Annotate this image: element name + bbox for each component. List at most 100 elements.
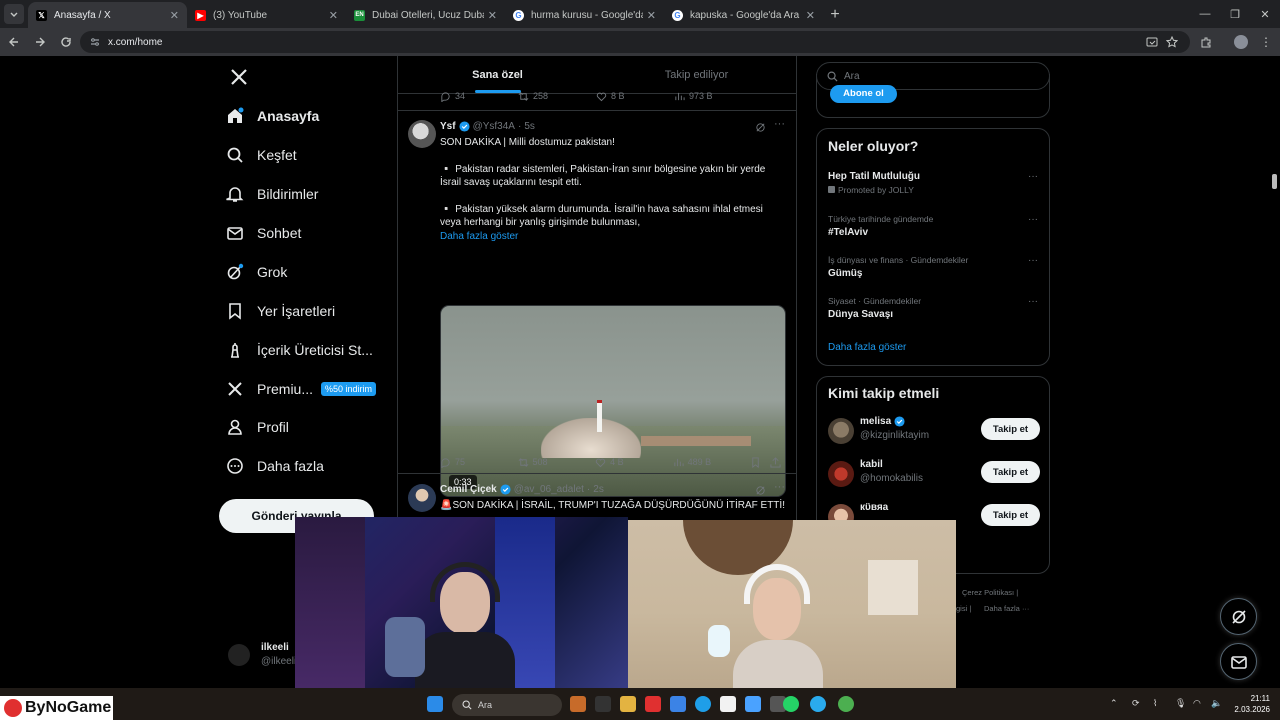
trend-item[interactable]: Hep Tatil Mutluluğu Promoted by JOLLY ··… <box>828 171 1038 195</box>
trend-item[interactable]: Türkiye tarihinde gündemde #TelAviv ··· <box>828 214 1038 238</box>
tray-app-icon[interactable]: ⟳ <box>1132 698 1144 710</box>
reply-button[interactable]: 75 <box>440 457 518 468</box>
app-icon[interactable] <box>720 696 736 712</box>
subscribe-button[interactable]: Abone ol <box>830 85 897 103</box>
tweet-time[interactable]: 5s <box>524 121 535 132</box>
repost-button[interactable]: 508 <box>518 457 596 468</box>
avatar[interactable] <box>828 461 854 487</box>
wifi-icon[interactable]: ◠ <box>1193 698 1205 710</box>
more-options-icon[interactable]: ··· <box>1028 171 1038 182</box>
grok-explain-icon[interactable] <box>755 485 766 496</box>
tweet[interactable]: Ysf @Ysf34A · 5s ··· SON DAKİKA | Milli … <box>398 110 796 497</box>
avatar[interactable] <box>828 418 854 444</box>
app-icon[interactable] <box>570 696 586 712</box>
tab-search-button[interactable] <box>4 4 24 24</box>
nav-item-profile[interactable]: Profil <box>226 412 289 442</box>
nav-item-notifications[interactable]: Bildirimler <box>226 179 318 209</box>
chrome-icon[interactable] <box>838 696 854 712</box>
nav-item-messages[interactable]: Sohbet <box>226 218 301 248</box>
nav-item-grok[interactable]: Grok <box>226 257 287 287</box>
follow-suggestion[interactable]: kabil @homokabilis Takip et <box>828 457 1040 493</box>
views-button[interactable]: 973 B <box>674 91 752 102</box>
system-clock[interactable]: 21:11 2.03.2026 <box>1230 693 1270 715</box>
footer-link[interactable]: Çerez Politikası | <box>962 588 1018 597</box>
back-icon[interactable] <box>2 30 26 54</box>
trend-item[interactable]: Siyaset · Gündemdekiler Dünya Savaşı ··· <box>828 296 1038 320</box>
grok-fab[interactable] <box>1220 598 1257 635</box>
nav-item-bookmarks[interactable]: Yer İşaretleri <box>226 296 335 326</box>
edge-icon[interactable] <box>695 696 711 712</box>
grok-explain-icon[interactable] <box>755 122 766 133</box>
follow-button[interactable]: Takip et <box>981 461 1040 483</box>
more-options-icon[interactable]: ··· <box>774 118 785 130</box>
more-options-icon[interactable]: ··· <box>1028 255 1038 266</box>
close-tab-icon[interactable]: ✕ <box>806 9 815 22</box>
bookmark-star-icon[interactable] <box>1161 31 1183 53</box>
messages-fab[interactable] <box>1220 643 1257 680</box>
menu-dots-icon[interactable]: ⋮ <box>1255 31 1277 53</box>
browser-tab[interactable]: G kapuska - Google'da Ara ✕ <box>664 2 823 28</box>
share-button[interactable] <box>770 456 785 468</box>
minimize-icon[interactable]: — <box>1190 0 1220 28</box>
app-icon[interactable] <box>745 696 761 712</box>
task-view-icon[interactable] <box>595 696 611 712</box>
extensions-icon[interactable] <box>1195 31 1217 53</box>
site-info-icon[interactable] <box>88 37 102 47</box>
taskbar-search[interactable]: Ara <box>452 694 562 716</box>
nav-item-premium[interactable]: Premiu... %50 indirim <box>226 374 377 404</box>
address-bar[interactable]: x.com/home <box>80 31 1190 53</box>
trend-item[interactable]: İş dünyası ve finans · Gündemdekiler Güm… <box>828 255 1038 279</box>
author-name[interactable]: Cemil Çiçek <box>440 484 497 495</box>
scrollbar-thumb[interactable] <box>1272 174 1277 189</box>
author-handle[interactable]: @Ysf34A <box>473 121 515 132</box>
app-icon[interactable] <box>670 696 686 712</box>
tray-chevron-icon[interactable]: ⌃ <box>1110 698 1122 710</box>
follow-suggestion[interactable]: melisa @kizginliktayim Takip et <box>828 414 1040 450</box>
cast-icon[interactable] <box>1141 31 1163 53</box>
show-more-link[interactable]: Daha fazla göster <box>440 230 785 244</box>
microphone-icon[interactable]: 🎙 <box>1175 698 1187 710</box>
start-icon[interactable] <box>427 696 443 712</box>
forward-icon[interactable] <box>28 30 52 54</box>
app-icon[interactable] <box>645 696 661 712</box>
network-icon[interactable]: ⌇ <box>1153 698 1165 710</box>
footer-link[interactable]: gisi | <box>956 604 971 613</box>
close-window-icon[interactable]: ✕ <box>1250 0 1280 28</box>
like-button[interactable]: 4 B <box>595 457 673 468</box>
restore-icon[interactable]: ❐ <box>1220 0 1250 28</box>
show-more-trends-link[interactable]: Daha fazla göster <box>828 342 906 353</box>
like-button[interactable]: 8 B <box>596 91 674 102</box>
browser-tab[interactable]: 𝕏 Anasayfa / X ✕ <box>28 2 187 28</box>
file-explorer-icon[interactable] <box>620 696 636 712</box>
close-tab-icon[interactable]: ✕ <box>170 9 179 22</box>
profile-icon[interactable] <box>1230 31 1252 53</box>
reload-icon[interactable] <box>54 30 78 54</box>
tweet-time[interactable]: 2s <box>593 484 604 495</box>
more-options-icon[interactable]: ··· <box>1028 214 1038 225</box>
follow-button[interactable]: Takip et <box>981 504 1040 526</box>
nav-item-creator-studio[interactable]: İçerik Üreticisi St... <box>226 335 373 365</box>
follow-button[interactable]: Takip et <box>981 418 1040 440</box>
new-tab-button[interactable]: + <box>823 2 847 28</box>
close-tab-icon[interactable]: ✕ <box>647 9 656 22</box>
browser-tab[interactable]: ▶ (3) YouTube ✕ <box>187 2 346 28</box>
x-logo-icon[interactable] <box>226 64 252 90</box>
browser-tab[interactable]: EN Dubai Otelleri, Ucuz Dubai Otel ✕ <box>346 2 505 28</box>
volume-icon[interactable]: 🔈 <box>1211 698 1223 710</box>
author-handle[interactable]: @av_06_adalet <box>514 484 584 495</box>
avatar[interactable] <box>408 484 436 512</box>
more-options-icon[interactable]: ··· <box>774 481 785 493</box>
whatsapp-icon[interactable] <box>783 696 799 712</box>
author-name[interactable]: Ysf <box>440 121 456 132</box>
more-options-icon[interactable]: ··· <box>1028 296 1038 307</box>
nav-item-more[interactable]: Daha fazla <box>226 451 324 481</box>
bookmark-button[interactable] <box>750 456 770 468</box>
close-tab-icon[interactable]: ✕ <box>488 9 497 22</box>
close-tab-icon[interactable]: ✕ <box>329 9 338 22</box>
repost-button[interactable]: 258 <box>518 91 596 102</box>
avatar[interactable] <box>408 120 436 148</box>
telegram-icon[interactable] <box>810 696 826 712</box>
browser-tab[interactable]: G hurma kurusu - Google'da Ara ✕ <box>505 2 664 28</box>
views-button[interactable]: 489 B <box>673 457 751 468</box>
nav-item-home[interactable]: Anasayfa <box>226 101 319 131</box>
